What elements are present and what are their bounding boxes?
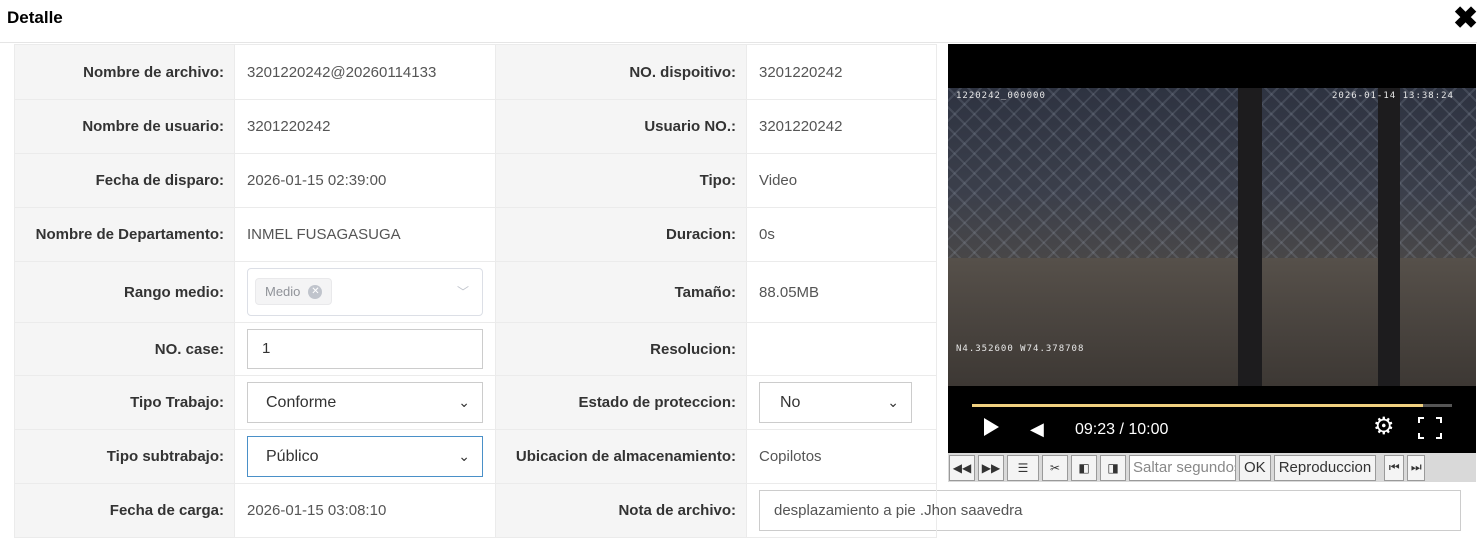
user-no-label: Usuario NO.:: [495, 99, 747, 154]
case-no-input[interactable]: 1: [247, 329, 483, 369]
table-row: NO. case: 1 Resolucion:: [14, 322, 937, 376]
osd-device-id: 1220242_000000: [956, 91, 1046, 101]
department-value: INMEL FUSAGASUGA: [234, 207, 496, 262]
resolution-value: [746, 322, 937, 376]
subwork-type-select[interactable]: Público ⌄: [247, 436, 483, 477]
video-frame: [948, 88, 1476, 386]
dialog-header: Detalle ✖: [0, 0, 1477, 43]
device-no-value: 3201220242: [746, 44, 937, 100]
user-name-value: 3201220242: [234, 99, 496, 154]
list-icon[interactable]: ☰: [1007, 454, 1039, 481]
osd-timestamp: 2026-01-14 13:38:24: [1332, 91, 1454, 101]
storage-value: Copilotos: [746, 429, 937, 484]
size-label: Tamaño:: [495, 261, 747, 323]
work-type-value: Conforme: [266, 394, 337, 411]
user-no-value: 3201220242: [746, 99, 937, 154]
range-tag-label: Medio: [265, 284, 301, 299]
subwork-type-value: Público: [266, 448, 319, 465]
size-value: 88.05MB: [746, 261, 937, 323]
dialog-title: Detalle: [7, 8, 63, 27]
fullscreen-icon[interactable]: [1418, 417, 1442, 439]
time-display: 09:23 / 10:00: [1075, 421, 1169, 438]
chevron-down-icon: ﹀: [456, 285, 469, 299]
file-name-label: Nombre de archivo:: [14, 44, 235, 100]
trigger-date-value: 2026-01-15 02:39:00: [234, 153, 496, 208]
case-no-label: NO. case:: [14, 322, 235, 376]
scissors-icon[interactable]: ✂: [1042, 454, 1068, 481]
note-input[interactable]: desplazamiento a pie .Jhon saavedra: [759, 490, 1461, 531]
work-type-select[interactable]: Conforme ⌄: [247, 382, 483, 423]
range-select[interactable]: Medio ✕ ﹀: [247, 268, 483, 316]
table-row: Nombre de Departamento: INMEL FUSAGASUGA…: [14, 207, 937, 262]
type-value: Video: [746, 153, 937, 208]
table-row: Fecha de disparo: 2026-01-15 02:39:00 Ti…: [14, 153, 937, 208]
range-tag: Medio ✕: [255, 278, 333, 305]
osd-gps: N4.352600 W74.378708: [956, 344, 1085, 354]
settings-icon[interactable]: ⚙: [1373, 415, 1395, 439]
range-label: Rango medio:: [14, 261, 235, 323]
duration-value: 0s: [746, 207, 937, 262]
duration-label: Duracion:: [495, 207, 747, 262]
chevron-down-icon: ⌄: [458, 448, 470, 464]
volume-icon[interactable]: ◀: [1030, 420, 1044, 438]
table-row: Tipo Trabajo: Conforme ⌄ Estado de prote…: [14, 375, 937, 430]
device-no-label: NO. dispoitivo:: [495, 44, 747, 100]
seek-seconds-input[interactable]: Saltar segundos: [1129, 454, 1236, 481]
protection-label: Estado de proteccion:: [495, 375, 747, 430]
subwork-type-label: Tipo subtrabajo:: [14, 429, 235, 484]
video-player[interactable]: 1220242_000000 2026-01-14 13:38:24 N4.35…: [948, 44, 1476, 454]
skip-start-icon[interactable]: ⏮: [1384, 454, 1405, 481]
progress-fill: [972, 404, 1424, 407]
table-row: Tipo subtrabajo: Público ⌄ Ubicacion de …: [14, 429, 937, 484]
detail-table: Nombre de archivo: 3201220242@2026011413…: [14, 44, 1461, 538]
next-frame-icon[interactable]: ◨: [1100, 454, 1126, 481]
ok-button[interactable]: OK: [1239, 454, 1271, 481]
upload-date-value: 2026-01-15 03:08:10: [234, 483, 496, 538]
department-label: Nombre de Departamento:: [14, 207, 235, 262]
protection-value: No: [780, 394, 801, 411]
skip-end-icon[interactable]: ⏭: [1407, 454, 1426, 481]
storage-label: Ubicacion de almacenamiento:: [495, 429, 747, 484]
prev-frame-icon[interactable]: ◧: [1071, 454, 1097, 481]
work-type-label: Tipo Trabajo:: [14, 375, 235, 430]
playback-toolbar: ◀◀ ▶▶ ☰ ✂ ◧ ◨ Saltar segundos OK Reprodu…: [948, 453, 1476, 482]
protection-select[interactable]: No ⌄: [759, 382, 912, 423]
table-row: Nombre de usuario: 3201220242 Usuario NO…: [14, 99, 937, 154]
table-row: Rango medio: Medio ✕ ﹀ Tamaño: 88.05MB: [14, 261, 937, 323]
chevron-down-icon: ⌄: [887, 394, 899, 410]
table-row: Nombre de archivo: 3201220242@2026011413…: [14, 44, 937, 100]
trigger-date-label: Fecha de disparo:: [14, 153, 235, 208]
fast-forward-icon[interactable]: ▶▶: [978, 454, 1004, 481]
play-icon[interactable]: [984, 418, 999, 436]
user-name-label: Nombre de usuario:: [14, 99, 235, 154]
table-row: Fecha de carga: 2026-01-15 03:08:10 Nota…: [14, 483, 1461, 538]
rewind-icon[interactable]: ◀◀: [949, 454, 975, 481]
note-label: Nota de archivo:: [495, 483, 747, 538]
playback-button[interactable]: Reproduccion: [1273, 454, 1377, 481]
upload-date-label: Fecha de carga:: [14, 483, 235, 538]
resolution-label: Resolucion:: [495, 322, 747, 376]
type-label: Tipo:: [495, 153, 747, 208]
close-icon[interactable]: ✖: [1453, 4, 1477, 34]
file-name-value: 3201220242@20260114133: [234, 44, 496, 100]
remove-tag-icon[interactable]: ✕: [308, 284, 323, 299]
progress-bar[interactable]: [972, 404, 1452, 407]
chevron-down-icon: ⌄: [458, 394, 470, 410]
